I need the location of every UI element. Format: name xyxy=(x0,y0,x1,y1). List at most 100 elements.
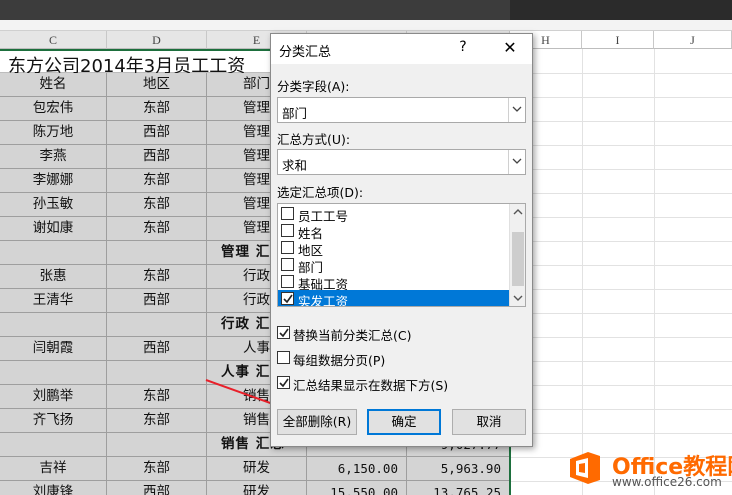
table-cell[interactable] xyxy=(0,433,107,457)
table-row: 刘康锋 西部 研发 15,550.00 13,765.25 xyxy=(0,481,510,495)
table-cell[interactable]: 谢如康 xyxy=(0,217,107,241)
summary-items-list[interactable]: 员工工号 姓名 地区 部门 基础工资实发工资 xyxy=(277,203,526,307)
table-cell[interactable]: 东部 xyxy=(107,217,207,241)
gridline xyxy=(510,217,732,218)
field-select[interactable]: 部门 xyxy=(277,97,526,123)
scroll-up-icon[interactable] xyxy=(513,207,523,217)
table-cell[interactable]: 东部 xyxy=(107,193,207,217)
cancel-button[interactable]: 取消 xyxy=(452,409,526,435)
table-cell[interactable]: 15,550.00 xyxy=(307,481,407,495)
table-cell[interactable]: 东部 xyxy=(107,385,207,409)
close-icon[interactable]: ✕ xyxy=(501,38,519,57)
table-cell[interactable]: 西部 xyxy=(107,145,207,169)
table-cell[interactable]: 张惠 xyxy=(0,265,107,289)
table-cell[interactable] xyxy=(107,313,207,337)
scroll-thumb[interactable] xyxy=(512,232,524,286)
table-cell[interactable]: 5,963.90 xyxy=(407,457,510,481)
ok-button[interactable]: 确定 xyxy=(367,409,441,435)
table-cell[interactable] xyxy=(107,433,207,457)
table-cell[interactable]: 东部 xyxy=(107,97,207,121)
column-header-i[interactable]: I xyxy=(582,31,654,49)
watermark-url: www.office26.com xyxy=(612,475,722,489)
option-label: 替换当前分类汇总(C) xyxy=(293,328,412,343)
chevron-down-icon[interactable] xyxy=(508,98,525,122)
gridline xyxy=(510,337,732,338)
method-label: 汇总方式(U): xyxy=(277,132,351,147)
column-header-c[interactable]: C xyxy=(0,31,107,49)
checkbox[interactable] xyxy=(281,241,294,254)
checkbox[interactable] xyxy=(281,224,294,237)
table-cell[interactable] xyxy=(0,361,107,385)
gridline xyxy=(510,313,732,314)
table-cell[interactable]: 东部 xyxy=(107,409,207,433)
remove-all-button[interactable]: 全部删除(R) xyxy=(277,409,357,435)
summary-item[interactable]: 地区 xyxy=(278,239,510,258)
gridline xyxy=(510,193,732,194)
checkbox[interactable] xyxy=(281,207,294,220)
table-cell[interactable]: 吉祥 xyxy=(0,457,107,481)
table-cell[interactable] xyxy=(0,241,107,265)
table-cell[interactable]: 13,765.25 xyxy=(407,481,510,495)
table-cell[interactable]: 包宏伟 xyxy=(0,97,107,121)
checkbox[interactable] xyxy=(281,292,294,305)
table-cell[interactable]: 东部 xyxy=(107,265,207,289)
method-select[interactable]: 求和 xyxy=(277,149,526,175)
chevron-down-icon[interactable] xyxy=(508,150,525,174)
gridline xyxy=(510,265,732,266)
table-cell[interactable]: 西部 xyxy=(107,481,207,495)
table-cell[interactable]: 东部 xyxy=(107,457,207,481)
table-cell[interactable]: 闫朝霞 xyxy=(0,337,107,361)
gridline xyxy=(510,169,732,170)
checkbox[interactable] xyxy=(281,258,294,271)
header-name-cell[interactable]: 姓名 xyxy=(0,73,107,97)
gridline xyxy=(654,49,655,495)
checkbox[interactable] xyxy=(277,376,290,389)
column-header-j[interactable]: J xyxy=(654,31,732,49)
summary-item-label: 实发工资 xyxy=(298,294,349,307)
table-cell[interactable]: 西部 xyxy=(107,121,207,145)
formula-strip xyxy=(0,20,732,31)
option-checkbox-3[interactable]: 汇总结果显示在数据下方(S) xyxy=(277,375,517,393)
column-header-d[interactable]: D xyxy=(107,31,207,49)
help-button[interactable]: ? xyxy=(455,39,471,55)
table-cell[interactable]: 李燕 xyxy=(0,145,107,169)
table-cell[interactable]: 王清华 xyxy=(0,289,107,313)
summary-item[interactable]: 实发工资 xyxy=(278,290,510,307)
summary-item[interactable]: 部门 xyxy=(278,256,510,275)
option-checkbox-2[interactable]: 每组数据分页(P) xyxy=(277,350,517,368)
table-cell[interactable]: 陈万地 xyxy=(0,121,107,145)
table-cell[interactable]: 齐飞扬 xyxy=(0,409,107,433)
summary-item[interactable]: 姓名 xyxy=(278,222,510,241)
table-cell[interactable] xyxy=(107,241,207,265)
checkbox[interactable] xyxy=(277,351,290,364)
table-row: 吉祥 东部 研发 6,150.00 5,963.90 xyxy=(0,457,510,481)
table-cell[interactable] xyxy=(107,361,207,385)
table-cell[interactable]: 李娜娜 xyxy=(0,169,107,193)
summary-item[interactable]: 基础工资 xyxy=(278,273,510,292)
table-cell[interactable]: 东部 xyxy=(107,169,207,193)
gridline xyxy=(510,433,732,434)
table-cell[interactable]: 西部 xyxy=(107,337,207,361)
table-cell[interactable]: 研发 xyxy=(207,481,307,495)
gridline xyxy=(510,385,732,386)
gridline xyxy=(510,97,732,98)
summary-item[interactable]: 员工工号 xyxy=(278,205,510,224)
gridline xyxy=(582,49,583,495)
checkbox[interactable] xyxy=(277,326,290,339)
gridline xyxy=(510,241,732,242)
header-region-cell[interactable]: 地区 xyxy=(107,73,207,97)
checkbox[interactable] xyxy=(281,275,294,288)
empty-sheet-area[interactable] xyxy=(510,49,732,495)
option-checkbox-1[interactable]: 替换当前分类汇总(C) xyxy=(277,325,517,343)
table-cell[interactable]: 6,150.00 xyxy=(307,457,407,481)
table-cell[interactable]: 西部 xyxy=(107,289,207,313)
gridline xyxy=(510,73,732,74)
list-scrollbar[interactable] xyxy=(509,204,525,306)
method-select-value: 求和 xyxy=(282,158,308,173)
table-cell[interactable]: 孙玉敏 xyxy=(0,193,107,217)
table-cell[interactable]: 刘鹏举 xyxy=(0,385,107,409)
scroll-down-icon[interactable] xyxy=(513,293,523,303)
table-cell[interactable]: 刘康锋 xyxy=(0,481,107,495)
table-cell[interactable] xyxy=(0,313,107,337)
table-cell[interactable]: 研发 xyxy=(207,457,307,481)
